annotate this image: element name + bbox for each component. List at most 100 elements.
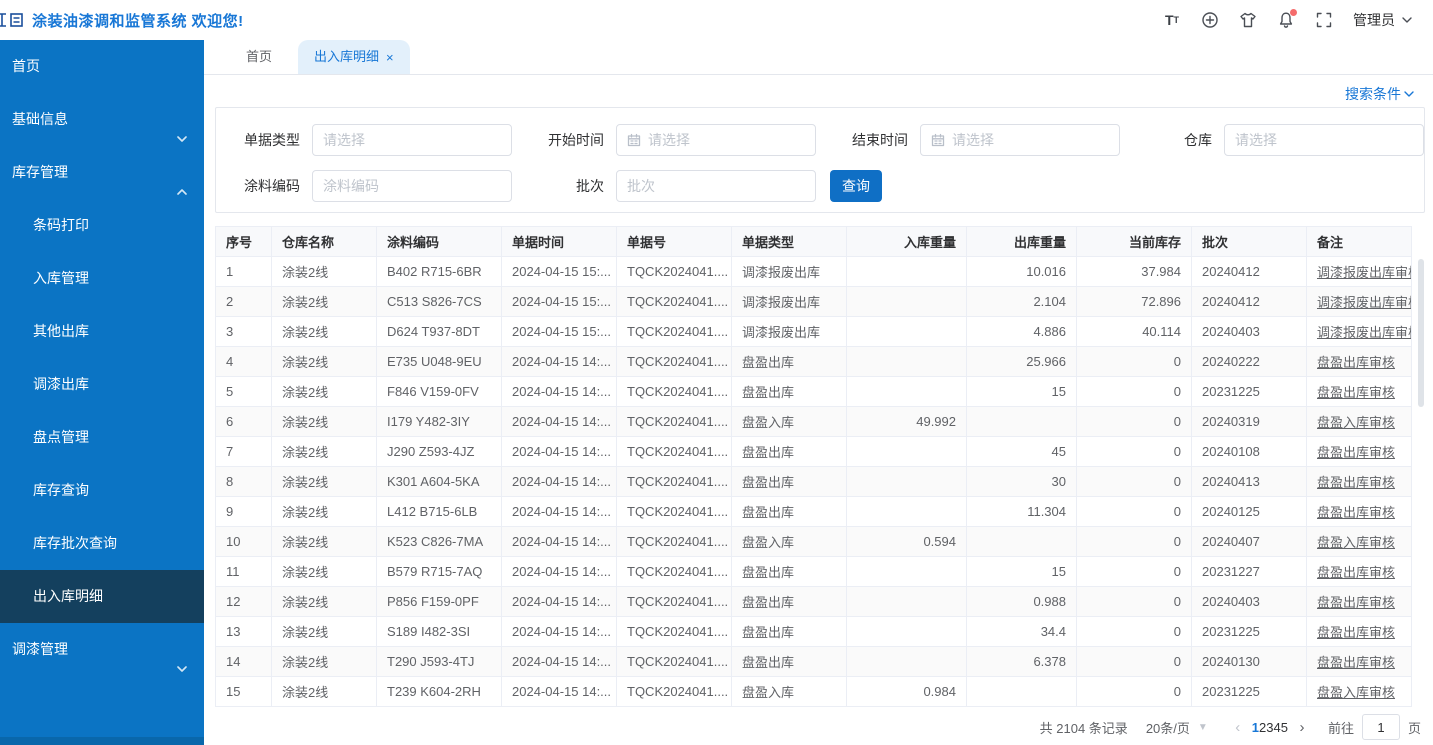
- warehouse-input[interactable]: 请选择: [1224, 124, 1424, 156]
- cell: 盘盈出库审核: [1307, 556, 1412, 586]
- cell: 调漆报废出库: [732, 256, 847, 286]
- chevron-down-icon: [1401, 14, 1413, 26]
- cell: 14: [216, 646, 272, 676]
- cell: 45: [967, 436, 1077, 466]
- remark-link[interactable]: 盘盈出库审核: [1317, 565, 1395, 580]
- cell: 2024-04-15 14:...: [502, 376, 617, 406]
- page-size-select[interactable]: 20条/页 ▼: [1146, 718, 1208, 737]
- remark-link[interactable]: 盘盈出库审核: [1317, 445, 1395, 460]
- page-number-3[interactable]: 3: [1266, 720, 1273, 735]
- table-row: 14涂装2线T290 J593-4TJ2024-04-15 14:...TQCK…: [216, 646, 1412, 676]
- next-page-button[interactable]: ›: [1288, 719, 1316, 736]
- query-button[interactable]: 查询: [830, 170, 882, 202]
- fullscreen-icon[interactable]: [1315, 11, 1333, 29]
- start-time-placeholder: 请选择: [648, 130, 690, 150]
- sidebar-item-8[interactable]: 库存查询: [0, 464, 204, 517]
- sidebar-item-10[interactable]: 出入库明细: [0, 570, 204, 623]
- remark-link[interactable]: 盘盈出库审核: [1317, 655, 1395, 670]
- chevron-wrap: [176, 644, 188, 697]
- notification-bell-icon[interactable]: [1277, 11, 1295, 29]
- end-time-input[interactable]: 请选择: [920, 124, 1120, 156]
- cell: I179 Y482-3IY: [377, 406, 502, 436]
- sidebar-item-2[interactable]: 库存管理: [0, 146, 204, 199]
- cell: 盘盈出库审核: [1307, 496, 1412, 526]
- cell: TQCK2024041....: [617, 556, 732, 586]
- sidebar-item-0[interactable]: 首页: [0, 40, 204, 93]
- remark-link[interactable]: 盘盈出库审核: [1317, 625, 1395, 640]
- font-size-icon[interactable]: TT: [1163, 11, 1181, 29]
- sidebar-item-11[interactable]: 调漆管理: [0, 623, 204, 676]
- page-number-5[interactable]: 5: [1281, 720, 1288, 735]
- remark-link[interactable]: 盘盈入库审核: [1317, 415, 1395, 430]
- page-number-4[interactable]: 4: [1274, 720, 1281, 735]
- sidebar-item-7[interactable]: 盘点管理: [0, 411, 204, 464]
- user-menu[interactable]: 管理员: [1353, 10, 1413, 30]
- remark-link[interactable]: 调漆报废出库审核: [1317, 295, 1412, 310]
- cell: [847, 556, 967, 586]
- cell: 13: [216, 616, 272, 646]
- sidebar-item-4[interactable]: 入库管理: [0, 252, 204, 305]
- cell: 0: [1077, 346, 1192, 376]
- batch-input[interactable]: 批次: [616, 170, 816, 202]
- col-header-10: 备注: [1307, 226, 1412, 256]
- sidebar-item-3[interactable]: 条码打印: [0, 199, 204, 252]
- cell: 20231227: [1192, 556, 1307, 586]
- cell: 涂装2线: [272, 556, 377, 586]
- sidebar-item-1[interactable]: 基础信息: [0, 93, 204, 146]
- cell: 涂装2线: [272, 376, 377, 406]
- sidebar-collapse-bar[interactable]: [0, 737, 204, 745]
- tab-0[interactable]: 首页: [230, 40, 288, 74]
- calendar-icon: [931, 133, 945, 147]
- remark-link[interactable]: 盘盈入库审核: [1317, 685, 1395, 700]
- page-size-value: 20条/页: [1146, 718, 1190, 737]
- cell: 盘盈入库: [732, 676, 847, 706]
- close-icon[interactable]: ×: [386, 51, 394, 64]
- remark-link[interactable]: 盘盈入库审核: [1317, 535, 1395, 550]
- cell: 0: [1077, 646, 1192, 676]
- cell: [847, 346, 967, 376]
- cell: 盘盈出库审核: [1307, 376, 1412, 406]
- cell: [847, 436, 967, 466]
- zoom-plus-icon[interactable]: [1201, 11, 1219, 29]
- cell: T290 J593-4TJ: [377, 646, 502, 676]
- cell: TQCK2024041....: [617, 376, 732, 406]
- remark-link[interactable]: 盘盈出库审核: [1317, 385, 1395, 400]
- remark-link[interactable]: 调漆报废出库审核: [1317, 265, 1412, 280]
- cell: 2024-04-15 15:...: [502, 316, 617, 346]
- cell: 10: [216, 526, 272, 556]
- goto-label: 前往: [1328, 718, 1354, 737]
- theme-skin-icon[interactable]: [1239, 11, 1257, 29]
- table-row: 2涂装2线C513 S826-7CS2024-04-15 15:...TQCK2…: [216, 286, 1412, 316]
- sidebar-item-6[interactable]: 调漆出库: [0, 358, 204, 411]
- remark-link[interactable]: 调漆报废出库审核: [1317, 325, 1412, 340]
- cell: TQCK2024041....: [617, 616, 732, 646]
- doc-type-input[interactable]: 请选择: [312, 124, 512, 156]
- table-scrollbar[interactable]: [1417, 257, 1425, 709]
- cell: 20240125: [1192, 496, 1307, 526]
- remark-link[interactable]: 盘盈出库审核: [1317, 505, 1395, 520]
- cell: 20240403: [1192, 586, 1307, 616]
- cell: 2024-04-15 14:...: [502, 466, 617, 496]
- col-header-4: 单据号: [617, 226, 732, 256]
- cell: 5: [216, 376, 272, 406]
- goto-page-input[interactable]: [1362, 714, 1400, 740]
- remark-link[interactable]: 盘盈出库审核: [1317, 475, 1395, 490]
- search-conditions-toggle[interactable]: 搜索条件: [1345, 84, 1415, 104]
- batch-label: 批次: [512, 176, 616, 196]
- prev-page-button[interactable]: ‹: [1224, 719, 1252, 736]
- cell: J290 Z593-4JZ: [377, 436, 502, 466]
- sidebar-item-9[interactable]: 库存批次查询: [0, 517, 204, 570]
- cell: 9: [216, 496, 272, 526]
- scrollbar-thumb[interactable]: [1418, 259, 1424, 407]
- start-time-input[interactable]: 请选择: [616, 124, 816, 156]
- sidebar-item-5[interactable]: 其他出库: [0, 305, 204, 358]
- paint-code-input[interactable]: 涂料编码: [312, 170, 512, 202]
- paint-code-field-group: 涂料编码涂料编码: [216, 170, 512, 202]
- remark-link[interactable]: 盘盈出库审核: [1317, 595, 1395, 610]
- table-row: 9涂装2线L412 B715-6LB2024-04-15 14:...TQCK2…: [216, 496, 1412, 526]
- remark-link[interactable]: 盘盈出库审核: [1317, 355, 1395, 370]
- page-number-1[interactable]: 1: [1252, 720, 1259, 735]
- chevron-down-icon: [176, 663, 188, 675]
- query-button-group: 查询: [816, 170, 1120, 202]
- tab-1[interactable]: 出入库明细×: [298, 40, 410, 74]
